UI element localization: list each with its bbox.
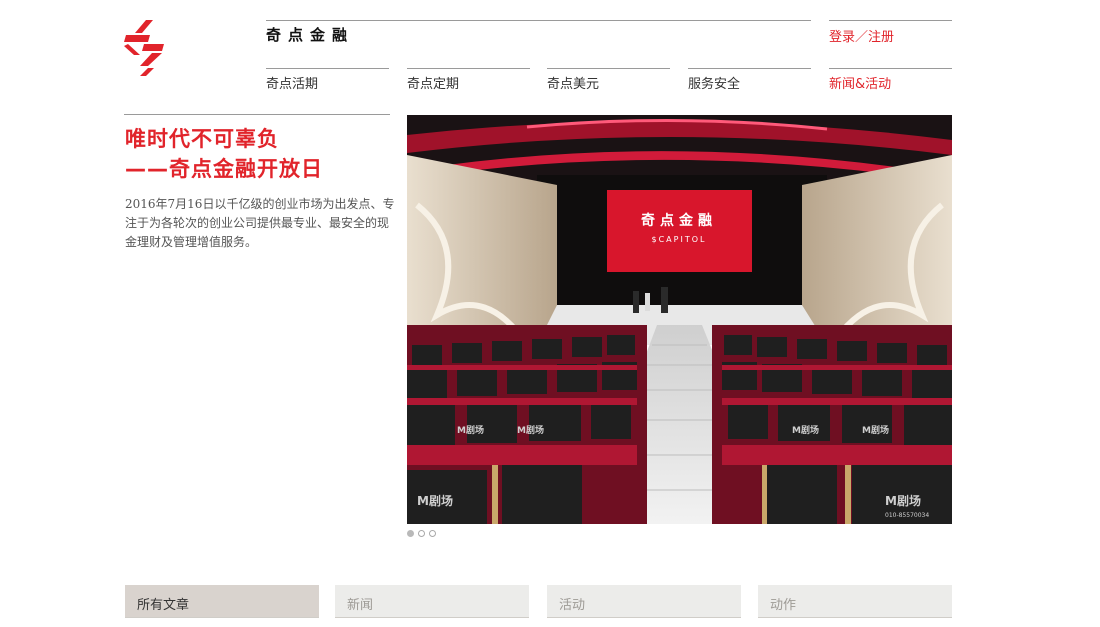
carousel-dot[interactable] (407, 530, 414, 537)
seat-label: M剧场 (862, 424, 889, 436)
nav-item-security[interactable]: 服务安全 (688, 68, 811, 92)
nav-item-fixed[interactable]: 奇点定期 (407, 68, 530, 92)
seat-label: M剧场 (885, 493, 921, 508)
seat-label: M剧场 (457, 424, 484, 436)
event-photo: 奇点金融 $CAPITOL M剧场 M剧场 M剧场 M剧场 M剧场 M剧场 01… (407, 115, 952, 524)
article-rule (124, 114, 390, 115)
screen-subtitle: $CAPITOL (652, 235, 707, 244)
seat-label: M剧场 (517, 424, 544, 436)
nav-item-news-events[interactable]: 新闻&活动 (829, 68, 952, 92)
login-register-link[interactable]: 登录／注册 (829, 26, 894, 45)
tab-events[interactable]: 活动 (547, 585, 741, 618)
article-subtitle: ——奇点金融开放日 (125, 157, 323, 181)
tab-news[interactable]: 新闻 (335, 585, 529, 618)
seat-label: M剧场 (417, 493, 453, 508)
seat-label: M剧场 (792, 424, 819, 436)
login-rule (829, 20, 952, 21)
nav-item-usd[interactable]: 奇点美元 (547, 68, 670, 92)
carousel-dots (407, 530, 436, 537)
screen-title: 奇点金融 (641, 212, 717, 229)
brand-logo[interactable] (124, 20, 168, 76)
carousel-dot[interactable] (429, 530, 436, 537)
nav-item-current[interactable]: 奇点活期 (266, 68, 389, 92)
article-title: 唯时代不可辜负 (125, 127, 279, 151)
tab-all-articles[interactable]: 所有文章 (125, 585, 319, 618)
brand-name: 奇点金融 (266, 26, 355, 44)
seat-phone: 010-85570034 (885, 512, 929, 519)
article-description: 2016年7月16日以千亿级的创业市场为出发点、专注于为各轮次的创业公司提供最专… (125, 197, 395, 249)
header-rule (266, 20, 811, 21)
tab-actions[interactable]: 动作 (758, 585, 952, 618)
carousel-dot[interactable] (418, 530, 425, 537)
